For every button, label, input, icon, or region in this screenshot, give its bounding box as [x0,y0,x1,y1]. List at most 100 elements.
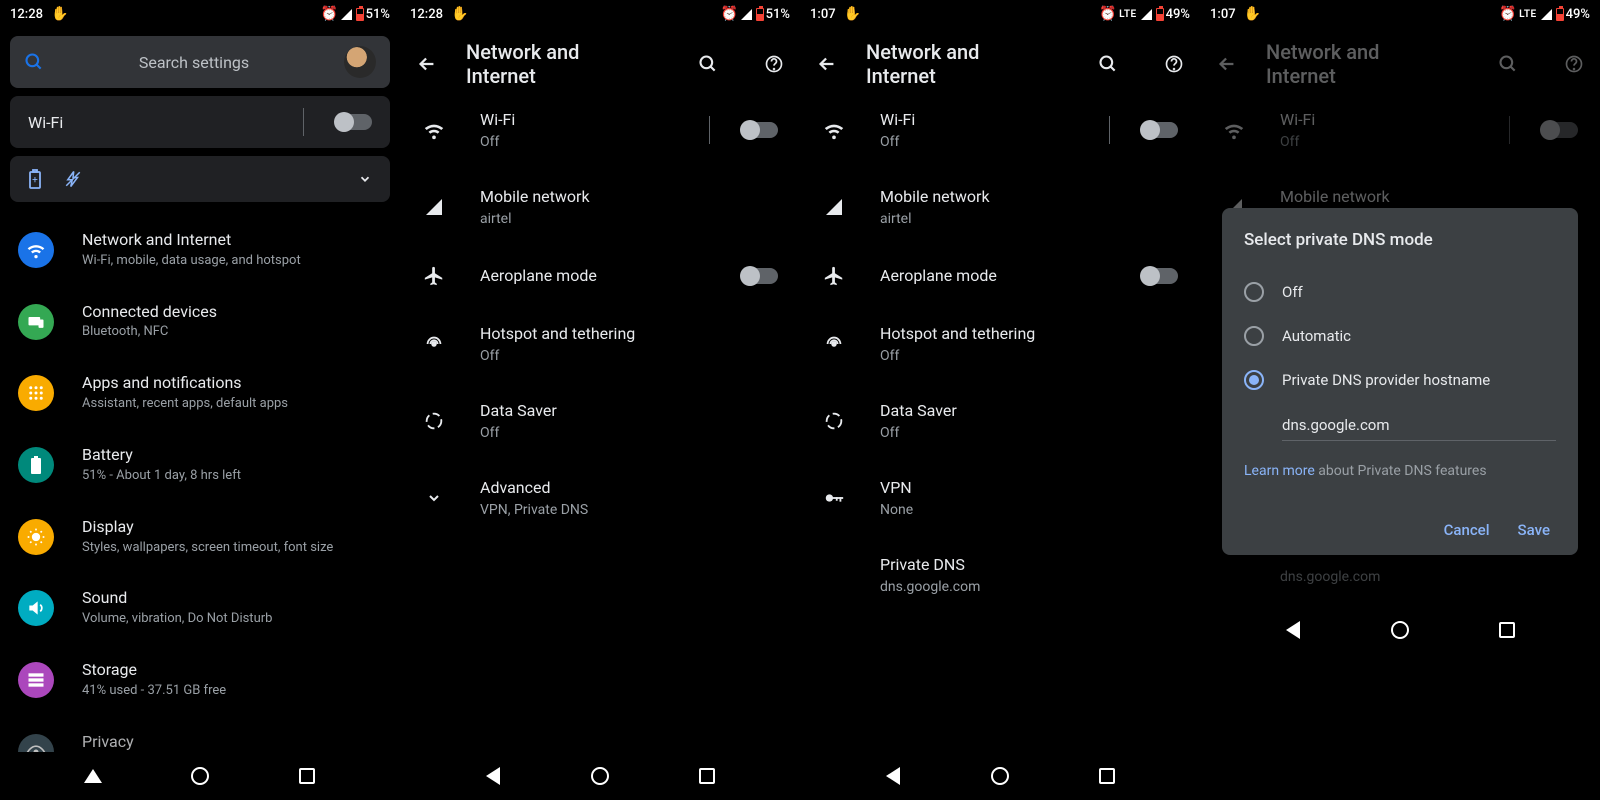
wifi-toggle[interactable] [742,122,778,138]
chevron-down-icon [422,486,446,510]
nav-back-button[interactable] [483,766,503,786]
item-battery[interactable]: Battery51% - About 1 day, 8 hrs left [0,429,400,501]
nav-recent-button[interactable] [1097,766,1117,786]
screen-dns-dialog: 1:07✋ ⏰LTE49% Network and Internet Wi-Fi… [1200,0,1600,800]
battery-chip-icon: + [28,169,42,189]
wifi-toggle[interactable] [336,114,372,130]
item-private-dns[interactable]: Private DNSdns.google.com [800,537,1200,614]
item-wifi[interactable]: Wi-FiOff [400,92,800,169]
status-time: 12:28 [10,7,43,22]
cancel-button[interactable]: Cancel [1444,521,1490,539]
airplane-toggle[interactable] [1142,268,1178,284]
alarm-icon: ⏰ [1101,7,1115,21]
back-button [1216,53,1238,75]
search-icon[interactable] [1098,54,1118,74]
nav-home-button[interactable] [590,766,610,786]
page-header: Network and Internet [1200,36,1600,92]
profile-avatar[interactable] [344,46,376,78]
battery-indicator: 49% [1156,7,1190,22]
item-vpn[interactable]: VPNNone [800,460,1200,537]
airplane-toggle[interactable] [742,268,778,284]
privacy-icon [18,734,54,752]
chevron-down-icon[interactable] [358,172,372,186]
signal-icon [822,195,846,219]
save-button[interactable]: Save [1518,521,1550,539]
help-icon [1564,54,1584,74]
help-icon[interactable] [1164,54,1184,74]
item-display[interactable]: DisplayStyles, wallpapers, screen timeou… [0,501,400,573]
status-bar: 1:07✋ ⏰LTE49% [800,0,1200,28]
data-saver-icon [422,409,446,433]
page-header: Network and Internet [800,36,1200,92]
wifi-icon [1222,118,1246,142]
item-storage[interactable]: Storage41% used - 37.51 GB free [0,644,400,716]
nav-recent-button[interactable] [297,766,317,786]
navigation-bar [1200,606,1600,654]
dns-hostname-input[interactable] [1282,410,1556,441]
radio-automatic[interactable]: Automatic [1244,314,1556,358]
help-icon[interactable] [764,54,784,74]
signal-icon [422,195,446,219]
learn-more-link[interactable]: Learn more [1244,463,1315,479]
lte-label: LTE [1119,9,1137,20]
nav-recent-button[interactable] [1497,620,1517,640]
wifi-toggle[interactable] [1142,122,1178,138]
page-title: Network and Internet [466,40,652,88]
display-icon [18,519,54,555]
wifi-toggle [1542,122,1578,138]
nav-home-button[interactable] [1390,620,1410,640]
item-privacy[interactable]: PrivacyPermissions, account activity, pe… [0,716,400,752]
battery-indicator: 51% [356,7,390,22]
nav-back-button[interactable] [1283,620,1303,640]
alarm-icon: ⏰ [723,7,737,21]
screen-settings-home: 12:28 ✋ ⏰ 51% Search settings Wi-Fi [0,0,400,800]
back-button[interactable] [816,53,838,75]
battery-icon [18,447,54,483]
item-mobile-network[interactable]: Mobile networkairtel [800,169,1200,246]
item-advanced[interactable]: AdvancedVPN, Private DNS [400,460,800,537]
hotspot-icon [822,332,846,356]
touch-icon: ✋ [846,7,860,21]
item-hotspot[interactable]: Hotspot and tetheringOff [800,306,1200,383]
nav-home-button[interactable] [990,766,1010,786]
radio-off[interactable]: Off [1244,270,1556,314]
radio-icon [1244,370,1264,390]
nav-back-button[interactable] [883,766,903,786]
airplane-icon [822,264,846,288]
status-bar: 12:28✋ ⏰51% [400,0,800,28]
private-dns-dialog: Select private DNS mode Off Automatic Pr… [1222,208,1578,555]
item-mobile-network[interactable]: Mobile networkairtel [400,169,800,246]
signal-icon [1141,9,1152,20]
screen-network-collapsed: 12:28✋ ⏰51% Network and Internet Wi-FiOf… [400,0,800,800]
item-data-saver[interactable]: Data SaverOff [400,383,800,460]
item-aeroplane-mode[interactable]: Aeroplane mode [800,246,1200,306]
search-icon[interactable] [698,54,718,74]
quick-chips-row[interactable]: + [10,156,390,202]
touch-icon: ✋ [1246,7,1260,21]
back-button[interactable] [416,53,438,75]
nav-up-button[interactable] [83,766,103,786]
item-hotspot[interactable]: Hotspot and tetheringOff [400,306,800,383]
svg-text:+: + [32,175,38,186]
item-apps-notifications[interactable]: Apps and notificationsAssistant, recent … [0,357,400,429]
wifi-icon [18,232,54,268]
page-title: Network and Internet [866,40,1052,88]
wifi-quick-card[interactable]: Wi-Fi [10,96,390,148]
signal-icon [741,9,752,20]
data-saver-icon [822,409,846,433]
search-settings[interactable]: Search settings [10,36,390,88]
wifi-icon [422,118,446,142]
item-sound[interactable]: SoundVolume, vibration, Do Not Disturb [0,572,400,644]
sound-icon [18,590,54,626]
status-bar: 12:28 ✋ ⏰ 51% [0,0,400,28]
nav-home-button[interactable] [190,766,210,786]
radio-hostname[interactable]: Private DNS provider hostname [1244,358,1556,402]
nav-recent-button[interactable] [697,766,717,786]
item-network-internet[interactable]: Network and InternetWi-Fi, mobile, data … [0,214,400,286]
item-data-saver[interactable]: Data SaverOff [800,383,1200,460]
item-wifi[interactable]: Wi-FiOff [800,92,1200,169]
item-connected-devices[interactable]: Connected devicesBluetooth, NFC [0,286,400,358]
navigation-bar [0,752,400,800]
item-aeroplane-mode[interactable]: Aeroplane mode [400,246,800,306]
dialog-title: Select private DNS mode [1244,230,1556,250]
